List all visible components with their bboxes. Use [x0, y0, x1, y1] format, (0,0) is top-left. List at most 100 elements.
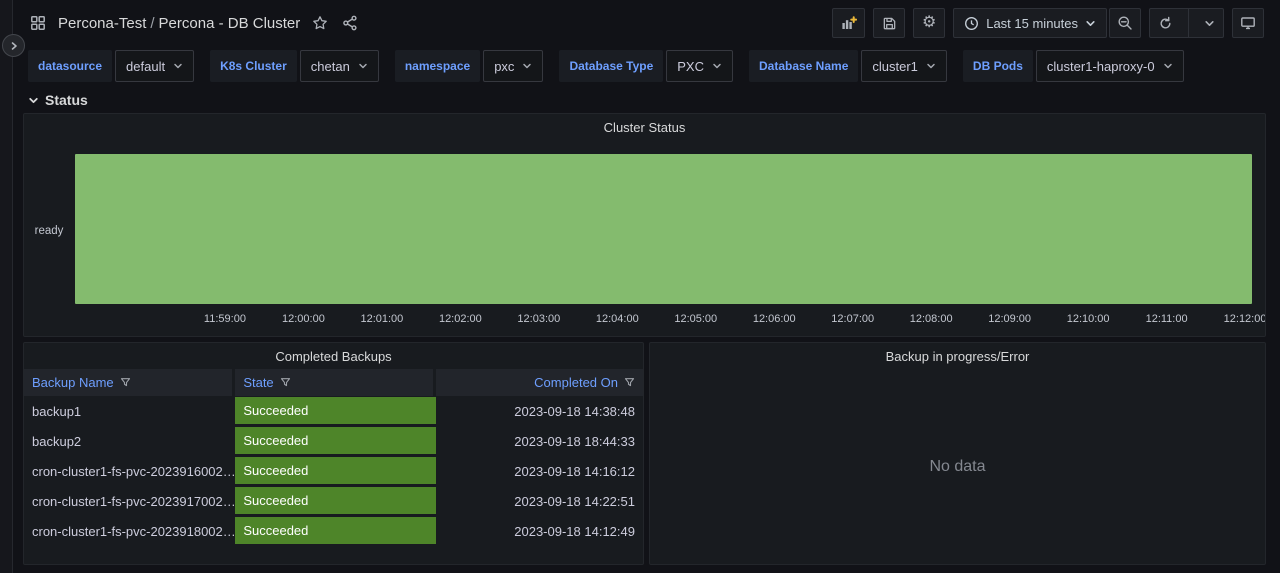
clock-icon [964, 16, 979, 31]
variable-selected-value: cluster1 [872, 59, 918, 74]
cell-completed-on: 2023-09-18 18:44:33 [436, 426, 643, 456]
column-header-completed-on[interactable]: Completed On [436, 369, 643, 396]
panel-title-cluster-status[interactable]: Cluster Status [24, 114, 1265, 140]
variable-value-dropdown[interactable]: chetan [300, 50, 379, 82]
variable-selected-value: cluster1-haproxy-0 [1047, 59, 1155, 74]
column-header-label: Backup Name [32, 375, 114, 390]
column-header-state[interactable]: State [235, 369, 432, 396]
add-panel-icon [840, 15, 857, 32]
panel-title-completed-backups[interactable]: Completed Backups [24, 343, 643, 369]
state-badge: Succeeded [235, 517, 435, 544]
panel-title-backup-progress[interactable]: Backup in progress/Error [650, 343, 1265, 369]
row-header-label: Status [45, 92, 88, 108]
breadcrumb-dashboard-title: Percona - DB Cluster [159, 15, 301, 32]
no-data-message: No data [929, 458, 985, 476]
variable-selected-value: chetan [311, 59, 350, 74]
time-axis: 11:59:0012:00:0012:01:0012:02:0012:03:00… [75, 313, 1252, 327]
breadcrumb-folder[interactable]: Percona-Test [58, 15, 146, 32]
variable-selected-value: pxc [494, 59, 514, 74]
cell-completed-on: 2023-09-18 14:16:12 [436, 456, 643, 486]
save-dashboard-button[interactable] [873, 8, 905, 38]
table-row: cron-cluster1-fs-pvc-2023918002… Succeed… [24, 516, 643, 546]
chevron-down-icon [28, 95, 39, 106]
refresh-interval-dropdown[interactable] [1196, 9, 1223, 37]
table-row: backup1 Succeeded 2023-09-18 14:38:48 [24, 396, 643, 426]
variable-label[interactable]: Database Name [749, 50, 858, 82]
cell-state: Succeeded [235, 456, 435, 486]
variable-value-dropdown[interactable]: pxc [483, 50, 543, 82]
monitor-icon [1240, 15, 1256, 31]
variable-selected-value: default [126, 59, 165, 74]
axis-tick-label: 12:03:00 [517, 313, 560, 325]
breadcrumb-separator: / [150, 15, 154, 32]
share-icon[interactable] [340, 13, 360, 33]
filter-funnel-icon[interactable] [624, 377, 635, 388]
cell-backup-name: cron-cluster1-fs-pvc-2023916002… [24, 456, 235, 486]
cell-completed-on: 2023-09-18 14:22:51 [436, 486, 643, 516]
axis-tick-label: 12:05:00 [674, 313, 717, 325]
cell-state: Succeeded [235, 516, 435, 546]
variable-value-dropdown[interactable]: cluster1-haproxy-0 [1036, 50, 1184, 82]
filter-funnel-icon[interactable] [120, 377, 131, 388]
button-divider [1188, 9, 1189, 37]
cell-backup-name: backup1 [24, 396, 235, 426]
axis-tick-label: 12:06:00 [753, 313, 796, 325]
sidebar-expand-button[interactable] [2, 34, 25, 57]
time-range-picker[interactable]: Last 15 minutes [953, 8, 1107, 38]
row-header-status[interactable]: Status [13, 84, 1280, 113]
dashboard-page: Percona-Test/ Percona - DB Cluster [13, 0, 1280, 565]
template-variable: Database Type PXC [559, 50, 733, 82]
state-timeline-plot: ready 11:59:0012:00:0012:01:0012:02:0012… [24, 140, 1265, 336]
breadcrumb[interactable]: Percona-Test/ Percona - DB Cluster [58, 15, 300, 32]
variable-label[interactable]: Database Type [559, 50, 663, 82]
chevron-down-icon [173, 61, 183, 71]
cell-backup-name: cron-cluster1-fs-pvc-2023917002… [24, 486, 235, 516]
axis-tick-label: 12:07:00 [831, 313, 874, 325]
column-header-label: State [243, 375, 273, 390]
save-icon [882, 16, 897, 31]
cell-backup-name: backup2 [24, 426, 235, 456]
variable-value-dropdown[interactable]: PXC [666, 50, 733, 82]
variable-value-dropdown[interactable]: default [115, 50, 194, 82]
panel-backup-progress: Backup in progress/Error No data [649, 342, 1266, 565]
variables-row: datasource default K8s Cluster chetan na… [13, 46, 1280, 84]
axis-tick-label: 12:02:00 [439, 313, 482, 325]
refresh-button-group[interactable] [1149, 8, 1224, 38]
variable-label[interactable]: K8s Cluster [210, 50, 297, 82]
search-minus-icon [1117, 15, 1133, 31]
refresh-icon[interactable] [1150, 9, 1181, 37]
cell-state: Succeeded [235, 396, 435, 426]
template-variable: K8s Cluster chetan [210, 50, 379, 82]
filter-funnel-icon[interactable] [280, 377, 291, 388]
cell-backup-name: cron-cluster1-fs-pvc-2023918002… [24, 516, 235, 546]
cell-state: Succeeded [235, 426, 435, 456]
axis-tick-label: 12:00:00 [282, 313, 325, 325]
time-range-label: Last 15 minutes [986, 16, 1078, 31]
state-timeline-bar[interactable] [75, 154, 1252, 304]
backups-table-body: backup1 Succeeded 2023-09-18 14:38:48 ba… [24, 396, 643, 546]
template-variable: namespace pxc [395, 50, 544, 82]
chevron-down-icon [522, 61, 532, 71]
timeline-y-label: ready [24, 225, 74, 237]
table-row: cron-cluster1-fs-pvc-2023917002… Succeed… [24, 486, 643, 516]
dashboard-header: Percona-Test/ Percona - DB Cluster [13, 0, 1280, 46]
favorite-star-icon[interactable] [310, 13, 330, 33]
apps-grid-icon[interactable] [28, 13, 48, 33]
dashboard-settings-button[interactable]: ⚙ [913, 8, 945, 38]
variable-label[interactable]: namespace [395, 50, 480, 82]
column-header-backup-name[interactable]: Backup Name [24, 369, 232, 396]
add-panel-button[interactable] [832, 8, 865, 38]
template-variable: datasource default [28, 50, 194, 82]
variable-label[interactable]: DB Pods [963, 50, 1033, 82]
collapsed-sidebar-rail [0, 0, 13, 573]
variable-value-dropdown[interactable]: cluster1 [861, 50, 947, 82]
variable-selected-value: PXC [677, 59, 704, 74]
axis-tick-label: 12:09:00 [988, 313, 1031, 325]
kiosk-mode-button[interactable] [1232, 8, 1264, 38]
zoom-out-time-button[interactable] [1109, 8, 1141, 38]
chevron-down-icon [712, 61, 722, 71]
variable-label[interactable]: datasource [28, 50, 112, 82]
chevron-down-icon [1085, 18, 1096, 29]
template-variable: DB Pods cluster1-haproxy-0 [963, 50, 1184, 82]
cell-completed-on: 2023-09-18 14:12:49 [436, 516, 643, 546]
